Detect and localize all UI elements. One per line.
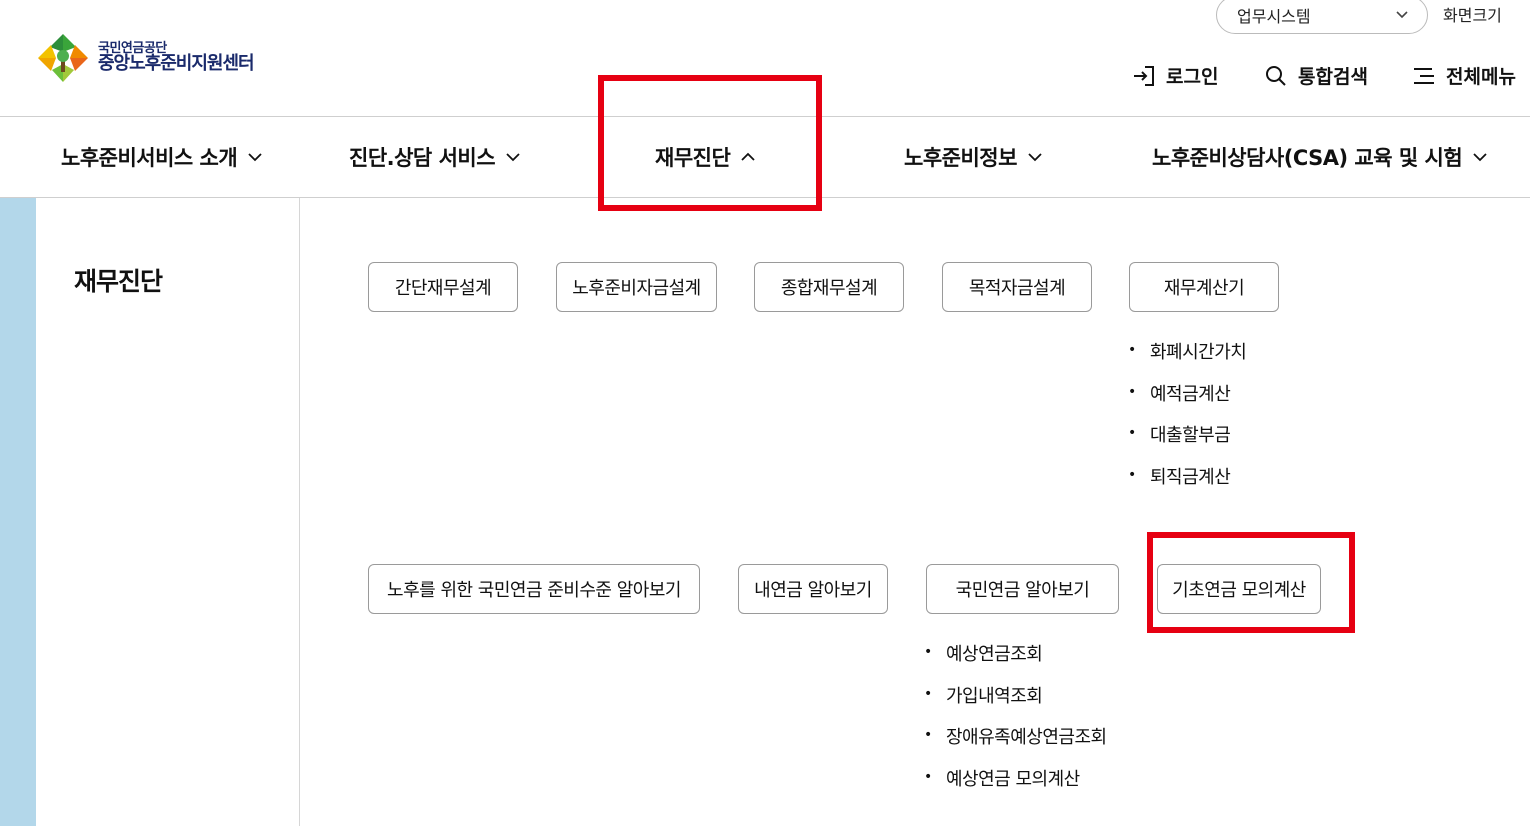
all-menu-label: 전체메뉴 [1446, 66, 1516, 88]
side-menu-title: 재무진단 [74, 267, 163, 296]
gnb-label: 노후준비정보 [904, 146, 1017, 170]
integrated-search-link[interactable]: 통합검색 [1264, 62, 1368, 89]
sub-item-severance-calc[interactable]: 퇴직금계산 [1128, 463, 1246, 505]
sub-item-loan-installment[interactable]: 대출할부금 [1128, 421, 1246, 463]
purpose-fund-plan-button[interactable]: 목적자금설계 [942, 262, 1092, 312]
logo-center-name: 중앙노후준비지원센터 [98, 53, 255, 75]
all-menu-button[interactable]: 전체메뉴 [1412, 62, 1516, 89]
business-system-select[interactable]: 업무시스템 [1216, 0, 1428, 34]
login-link[interactable]: 로그인 [1132, 62, 1218, 89]
my-pension-button[interactable]: 내연금 알아보기 [738, 564, 888, 614]
hamburger-menu-icon [1414, 67, 1434, 84]
gnb-item-retirement-info[interactable]: 노후준비정보 [904, 117, 1043, 197]
chevron-down-icon [1473, 153, 1487, 162]
sub-item-disability-survivor-pension[interactable]: 장애유족예상연금조회 [924, 723, 1107, 765]
sub-item-pension-simulation[interactable]: 예상연금 모의계산 [924, 765, 1107, 807]
gnb-item-service-intro[interactable]: 노후준비서비스 소개 [61, 117, 263, 197]
sub-item-time-value-money[interactable]: 화폐시간가치 [1128, 338, 1247, 380]
calculator-sub-list: 화폐시간가치 예적금계산 대출할부금 퇴직금계산 [1128, 338, 1247, 505]
comprehensive-financial-plan-button[interactable]: 종합재무설계 [754, 262, 904, 312]
gnb-item-diagnosis-consulting[interactable]: 진단.상담 서비스 [349, 117, 521, 197]
side-panel-divider [299, 198, 300, 826]
chevron-down-icon [1028, 153, 1042, 162]
sub-item-expected-pension-inquiry[interactable]: 예상연금조회 [924, 640, 1107, 682]
search-label: 통합검색 [1298, 66, 1368, 88]
simple-financial-plan-button[interactable]: 간단재무설계 [368, 262, 518, 312]
site-logo[interactable]: 국민연금공단 중앙노후준비지원센터 [34, 30, 294, 86]
national-pension-readiness-button[interactable]: 노후를 위한 국민연금 준비수준 알아보기 [368, 564, 700, 614]
retirement-fund-plan-button[interactable]: 노후준비자금설계 [556, 262, 717, 312]
pension-sub-list: 예상연금조회 가입내역조회 장애유족예상연금조회 예상연금 모의계산 [924, 640, 1107, 806]
gnb-label: 노후준비서비스 소개 [61, 146, 238, 170]
search-icon [1266, 65, 1286, 86]
chevron-down-icon [506, 153, 520, 162]
highlight-box-financial-diagnosis [598, 75, 822, 211]
sub-item-deposit-savings-calc[interactable]: 예적금계산 [1128, 380, 1246, 422]
chevron-down-icon [248, 153, 262, 162]
sub-item-subscription-history[interactable]: 가입내역조회 [924, 682, 1107, 724]
login-icon [1134, 65, 1154, 86]
gnb-label: 진단.상담 서비스 [349, 146, 496, 170]
financial-calculator-button[interactable]: 재무계산기 [1129, 262, 1279, 312]
gnb-label: 노후준비상담사(CSA) 교육 및 시험 [1152, 146, 1463, 170]
nps-logo-icon [34, 30, 92, 86]
business-system-label: 업무시스템 [1237, 7, 1311, 26]
login-label: 로그인 [1166, 66, 1219, 88]
left-decorative-strip [0, 198, 36, 826]
screen-size-control[interactable]: 화면크기 [1443, 2, 1502, 26]
gnb-item-csa-education[interactable]: 노후준비상담사(CSA) 교육 및 시험 [1152, 117, 1488, 197]
national-pension-info-button[interactable]: 국민연금 알아보기 [926, 564, 1119, 614]
highlight-box-basic-pension [1147, 532, 1355, 633]
chevron-down-icon [1396, 11, 1408, 19]
logo-text: 국민연금공단 중앙노후준비지원센터 [98, 42, 255, 75]
